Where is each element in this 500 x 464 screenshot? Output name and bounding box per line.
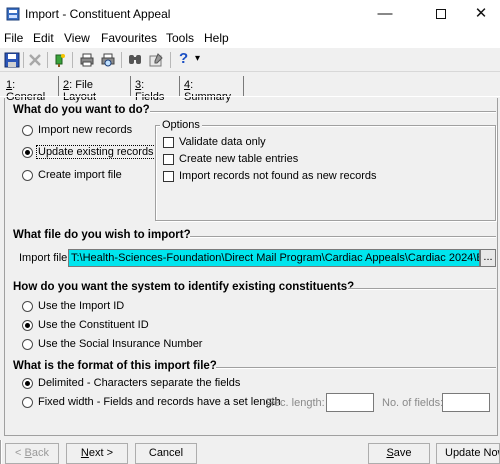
delete-icon[interactable] (27, 52, 43, 68)
menu-bar: File Edit View Favourites Tools Help (0, 28, 500, 48)
menu-view[interactable]: View (64, 31, 90, 45)
title-bar: Import - Constituent Appeal — ✕ (0, 0, 500, 28)
rec-length-label: Rec. length: (266, 397, 325, 409)
back-label: ack (31, 447, 49, 459)
radio-use-import-id-label: Use the Import ID (38, 300, 125, 312)
section-title-file: What file do you wish to import? (13, 229, 191, 241)
tab-strip: 1: General 2: File Layout 3: Fields 4: S… (0, 76, 500, 103)
tab-baseline (0, 96, 500, 97)
section-title-format: What is the format of this import file? (13, 360, 217, 372)
section-divider (190, 236, 496, 238)
save-button[interactable]: Save (368, 443, 430, 464)
toolbar-separator (121, 52, 122, 68)
back-key: B (24, 447, 32, 459)
next-arrow: > (106, 447, 114, 459)
radio-use-constituent-id[interactable] (22, 320, 33, 331)
toolbar-separator (170, 52, 171, 68)
radio-delimited-label: Delimited - Characters separate the fiel… (38, 377, 241, 389)
wizard-icon[interactable] (52, 52, 68, 68)
checkbox-create-table-entries[interactable] (163, 154, 174, 165)
radio-create-import-file[interactable] (22, 170, 33, 181)
import-file-label: Import file: (19, 252, 71, 264)
print-icon[interactable] (79, 52, 95, 68)
checkbox-validate-data-only-label: Validate data only (179, 136, 266, 148)
back-button[interactable]: < Back (5, 443, 59, 464)
num-fields-field[interactable] (442, 393, 490, 412)
tab-summary[interactable]: 4: Summary (180, 76, 244, 103)
options-group-label: Options (160, 119, 202, 131)
properties-icon[interactable] (148, 52, 164, 68)
section-title-identify: How do you want the system to identify e… (13, 281, 355, 293)
tab-fields[interactable]: 3: Fields (131, 76, 180, 103)
find-icon[interactable] (127, 52, 143, 68)
section-title-action: What do you want to do? (13, 104, 150, 116)
save-icon[interactable] (4, 52, 20, 68)
radio-update-existing[interactable] (22, 147, 33, 158)
back-arrow: < (15, 447, 22, 459)
radio-create-import-file-label: Create import file (38, 169, 122, 181)
next-key: N (80, 447, 89, 459)
next-button[interactable]: Next > (66, 443, 128, 464)
print-preview-icon[interactable] (100, 52, 116, 68)
save-key: S (386, 447, 394, 459)
menu-favourites[interactable]: Favourites (101, 31, 157, 45)
checkbox-import-not-found[interactable] (163, 171, 174, 182)
section-divider (150, 111, 496, 113)
button-separator (0, 440, 2, 464)
menu-tools[interactable]: Tools (166, 31, 194, 45)
section-divider (348, 288, 496, 290)
radio-fixed-width-label: Fixed width - Fields and records have a … (38, 396, 281, 408)
radio-fixed-width[interactable] (22, 397, 33, 408)
import-file-field[interactable]: T:\Health-Sciences-Foundation\Direct Mai… (68, 249, 480, 267)
cancel-button[interactable]: Cancel (135, 443, 197, 464)
toolbar-separator (47, 52, 48, 68)
help-dropdown-icon[interactable]: ▾ (195, 53, 200, 64)
save-label: ave (393, 447, 412, 459)
browse-button[interactable]: ... (480, 249, 496, 267)
toolbar-separator (23, 52, 24, 68)
radio-use-constituent-id-label: Use the Constituent ID (38, 319, 149, 331)
radio-use-sin[interactable] (22, 339, 33, 350)
num-fields-label: No. of fields: (382, 397, 444, 409)
section-divider (216, 367, 496, 369)
tab-general[interactable]: 1: General (2, 76, 59, 103)
menu-file[interactable]: File (4, 31, 23, 45)
toolbar-separator (72, 52, 73, 68)
radio-update-existing-label: Update existing records (36, 145, 156, 159)
minimize-button[interactable]: — (362, 2, 408, 26)
next-label: ext (88, 447, 104, 459)
checkbox-create-table-entries-label: Create new table entries (179, 153, 299, 165)
tab-file-layout[interactable]: 2: File Layout (59, 76, 131, 103)
maximize-button[interactable] (418, 2, 464, 26)
radio-import-new-label: Import new records (38, 124, 133, 136)
radio-import-new[interactable] (22, 125, 33, 136)
update-now-button[interactable]: Update Now (436, 443, 500, 464)
radio-use-sin-label: Use the Social Insurance Number (38, 338, 203, 350)
menu-help[interactable]: Help (204, 31, 229, 45)
window-title: Import - Constituent Appeal (25, 7, 171, 21)
rec-length-field[interactable] (326, 393, 374, 412)
close-button[interactable]: ✕ (462, 2, 500, 26)
checkbox-validate-data-only[interactable] (163, 137, 174, 148)
radio-use-import-id[interactable] (22, 301, 33, 312)
app-icon (6, 7, 20, 21)
checkbox-import-not-found-label: Import records not found as new records (179, 170, 377, 182)
help-icon[interactable]: ? (179, 50, 188, 67)
maximize-icon (436, 9, 446, 19)
radio-delimited[interactable] (22, 378, 33, 389)
toolbar: ? ▾ (0, 48, 500, 72)
menu-edit[interactable]: Edit (33, 31, 54, 45)
